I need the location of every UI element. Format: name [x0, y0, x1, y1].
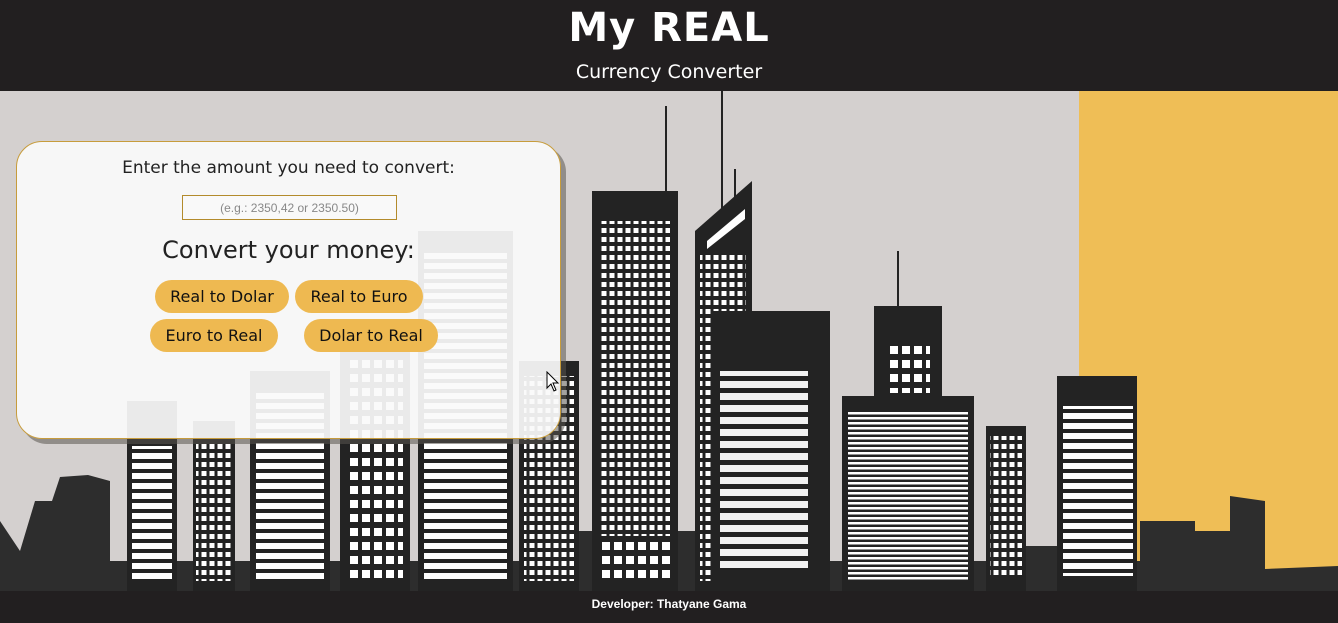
- amount-prompt: Enter the amount you need to convert:: [122, 158, 455, 178]
- site-header: My REAL Currency Converter: [0, 0, 1338, 91]
- mouse-pointer-icon: [546, 371, 560, 392]
- page-subtitle: Currency Converter: [575, 61, 763, 83]
- real-to-dolar-button[interactable]: Real to Dolar: [155, 280, 289, 313]
- converter-card: Enter the amount you need to convert: Co…: [16, 141, 561, 439]
- real-to-euro-button[interactable]: Real to Euro: [295, 280, 423, 313]
- amount-input[interactable]: [182, 195, 397, 220]
- site-footer: Developer: Thatyane Gama: [0, 591, 1338, 623]
- dolar-to-real-button[interactable]: Dolar to Real: [304, 319, 438, 352]
- developer-credit: Developer: Thatyane Gama: [591, 597, 747, 611]
- page-title: My REAL: [568, 5, 770, 51]
- convert-heading: Convert your money:: [162, 236, 415, 264]
- euro-to-real-button[interactable]: Euro to Real: [150, 319, 278, 352]
